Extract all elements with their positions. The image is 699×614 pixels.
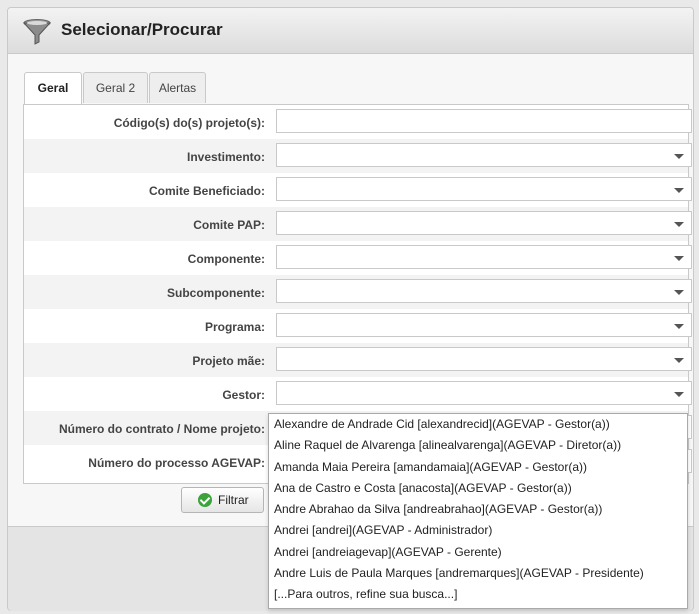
form-row-componente: Componente: xyxy=(24,241,692,275)
funnel-icon xyxy=(22,19,52,45)
form-row-gestor: Gestor: xyxy=(24,377,692,411)
chevron-down-icon xyxy=(674,324,684,329)
field-label: Projeto mãe: xyxy=(192,354,265,368)
gestor-dropdown-list: Alexandre de Andrade Cid [alexandrecid](… xyxy=(268,413,688,609)
tab-alertas[interactable]: Alertas xyxy=(149,72,206,103)
panel-header: Selecionar/Procurar xyxy=(8,8,693,54)
form-row-projeto-mae: Projeto mãe: xyxy=(24,343,692,377)
chevron-down-icon xyxy=(674,358,684,363)
chevron-down-icon xyxy=(674,290,684,295)
gestor-select[interactable] xyxy=(276,381,692,405)
dropdown-option[interactable]: Amanda Maia Pereira [amandamaia](AGEVAP … xyxy=(269,457,687,478)
tab-label: Geral 2 xyxy=(95,81,136,95)
dropdown-option-refine-hint[interactable]: [...Para outros, refine sua busca...] xyxy=(269,584,687,605)
subcomponente-select[interactable] xyxy=(276,279,692,303)
tab-geral[interactable]: Geral xyxy=(24,72,82,104)
field-label: Número do contrato / Nome projeto: xyxy=(58,422,265,436)
filter-button[interactable]: Filtrar xyxy=(181,487,264,513)
field-label: Investimento: xyxy=(186,150,265,164)
dropdown-option[interactable]: Andre Abrahao da Silva [andreabrahao](AG… xyxy=(269,499,687,520)
form-row-comite-pap: Comite PAP: xyxy=(24,207,692,241)
componente-select[interactable] xyxy=(276,245,692,269)
field-label: Gestor: xyxy=(222,388,265,402)
tab-label: Geral xyxy=(37,81,69,95)
field-label: Número do processo AGEVAP: xyxy=(88,456,265,470)
dropdown-option[interactable]: Andrei [andreiagevap](AGEVAP - Gerente) xyxy=(269,542,687,563)
field-label: Programa: xyxy=(204,320,265,334)
comite-pap-select[interactable] xyxy=(276,211,692,235)
chevron-down-icon xyxy=(674,222,684,227)
field-label: Comite PAP: xyxy=(193,218,265,232)
field-label: Comite Beneficiado: xyxy=(148,184,265,198)
dropdown-option[interactable]: Ana de Castro e Costa [anacosta](AGEVAP … xyxy=(269,478,687,499)
form-row-programa: Programa: xyxy=(24,309,692,343)
comite-beneficiado-select[interactable] xyxy=(276,177,692,201)
form-row-codigo: Código(s) do(s) projeto(s): xyxy=(24,105,692,139)
dropdown-option[interactable]: Alexandre de Andrade Cid [alexandrecid](… xyxy=(269,414,687,435)
tab-geral-2[interactable]: Geral 2 xyxy=(83,72,148,103)
programa-select[interactable] xyxy=(276,313,692,337)
field-label: Código(s) do(s) projeto(s): xyxy=(113,116,265,130)
codigo-projeto-input[interactable] xyxy=(276,109,692,133)
investimento-select[interactable] xyxy=(276,143,692,167)
form-row-subcomponente: Subcomponente: xyxy=(24,275,692,309)
form-row-investimento: Investimento: xyxy=(24,139,692,173)
chevron-down-icon xyxy=(674,188,684,193)
form-row-comite-beneficiado: Comite Beneficiado: xyxy=(24,173,692,207)
chevron-down-icon xyxy=(674,392,684,397)
projeto-mae-select[interactable] xyxy=(276,347,692,371)
field-label: Componente: xyxy=(187,252,265,266)
field-label: Subcomponente: xyxy=(167,286,265,300)
chevron-down-icon xyxy=(674,256,684,261)
panel-title: Selecionar/Procurar xyxy=(61,20,223,39)
chevron-down-icon xyxy=(674,154,684,159)
check-circle-icon xyxy=(198,493,212,507)
filter-button-label: Filtrar xyxy=(218,493,249,507)
dropdown-option[interactable]: Aline Raquel de Alvarenga [alinealvareng… xyxy=(269,435,687,456)
dropdown-option[interactable]: Andre Luis de Paula Marques [andremarque… xyxy=(269,563,687,584)
dropdown-option[interactable]: Andrei [andrei](AGEVAP - Administrador) xyxy=(269,520,687,541)
tab-label: Alertas xyxy=(158,81,197,95)
